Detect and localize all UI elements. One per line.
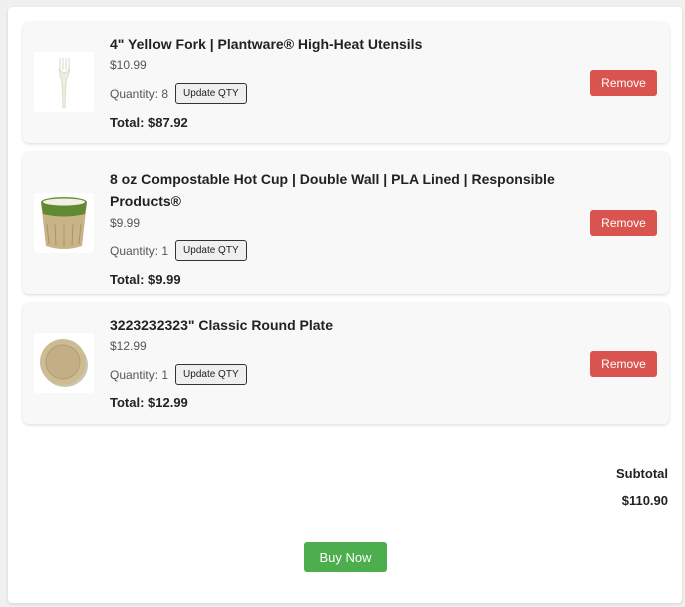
fork-icon — [58, 58, 71, 109]
product-image — [34, 193, 94, 253]
product-price: $9.99 — [110, 216, 141, 230]
remove-button[interactable]: Remove — [590, 210, 657, 236]
plate-icon — [40, 339, 88, 387]
product-price: $10.99 — [110, 58, 147, 72]
cart-panel: 4" Yellow Fork | Plantware® High-Heat Ut… — [8, 7, 682, 603]
product-image — [34, 52, 94, 112]
subtotal-label: Subtotal — [616, 466, 668, 481]
remove-button[interactable]: Remove — [590, 70, 657, 96]
cup-icon — [41, 197, 87, 249]
item-total: Total: $12.99 — [110, 395, 188, 410]
product-title[interactable]: 3223232323" Classic Round Plate — [110, 314, 590, 336]
quantity-label: Quantity: 1 — [110, 243, 169, 258]
subtotal-value: $110.90 — [621, 493, 668, 508]
product-title[interactable]: 4" Yellow Fork | Plantware® High-Heat Ut… — [110, 33, 590, 55]
item-total: Total: $9.99 — [110, 272, 181, 287]
quantity-label: Quantity: 1 — [110, 367, 169, 382]
quantity-row: Quantity: 1 Update QTY — [110, 364, 247, 385]
buy-now-button[interactable]: Buy Now — [304, 542, 387, 572]
update-qty-button[interactable]: Update QTY — [175, 83, 247, 104]
quantity-label: Quantity: 8 — [110, 86, 169, 101]
update-qty-button[interactable]: Update QTY — [175, 240, 247, 261]
product-image — [34, 333, 94, 393]
remove-button[interactable]: Remove — [590, 351, 657, 377]
product-price: $12.99 — [110, 339, 147, 353]
cart-item: 4" Yellow Fork | Plantware® High-Heat Ut… — [23, 22, 669, 143]
quantity-row: Quantity: 8 Update QTY — [110, 83, 247, 104]
item-total: Total: $87.92 — [110, 115, 188, 130]
update-qty-button[interactable]: Update QTY — [175, 364, 247, 385]
product-title[interactable]: 8 oz Compostable Hot Cup | Double Wall |… — [110, 168, 590, 212]
quantity-row: Quantity: 1 Update QTY — [110, 240, 247, 261]
cart-item: 3223232323" Classic Round Plate $12.99 Q… — [23, 303, 669, 424]
cart-item: 8 oz Compostable Hot Cup | Double Wall |… — [23, 152, 669, 294]
